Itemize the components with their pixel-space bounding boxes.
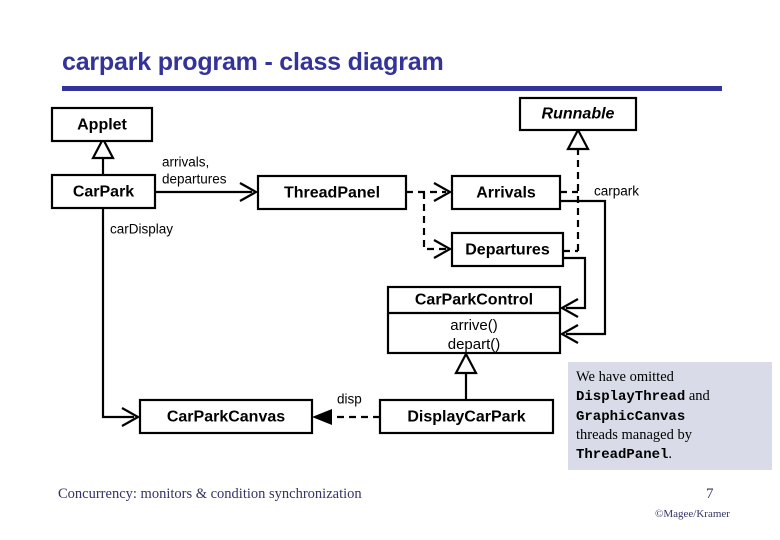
relationship-displaycarpark-generalizes-carparkcontrol xyxy=(454,351,478,400)
note-text-prefix: We have omitted xyxy=(576,369,674,385)
class-box-carparkcanvas[interactable]: CarParkCanvas xyxy=(138,398,314,435)
edge-label-arrivals: arrivals, xyxy=(162,155,209,170)
edge-label-disp: disp xyxy=(337,392,362,407)
relationship-carpark-carparkcanvas xyxy=(101,208,141,427)
relationship-arrivals-realizes-runnable xyxy=(560,127,590,253)
note-period: . xyxy=(668,446,673,463)
page-number: 7 xyxy=(706,486,714,502)
class-box-arrivals[interactable]: Arrivals xyxy=(450,174,562,211)
class-label-arrivals: Arrivals xyxy=(476,185,536,202)
edge-label-departures: departures xyxy=(162,172,227,187)
relationship-threadpanel-departures xyxy=(422,192,453,259)
relationship-displaycarpark-carparkcanvas xyxy=(312,409,380,425)
class-box-carpark[interactable]: CarPark xyxy=(50,173,157,210)
annotation-note: We have omitted DisplayThread and Graphi… xyxy=(568,362,772,470)
note-conjunction: and xyxy=(688,388,710,405)
class-box-applet[interactable]: Applet xyxy=(50,106,154,143)
edge-label-carpark: carpark xyxy=(594,184,639,199)
class-label-carparkcanvas: CarParkCanvas xyxy=(167,409,285,426)
class-label-threadpanel: ThreadPanel xyxy=(284,185,380,202)
class-label-applet: Applet xyxy=(77,117,127,134)
note-class-threadpanel: ThreadPanel xyxy=(576,447,669,464)
slide: carpark program - class diagram Applet C… xyxy=(0,0,780,540)
class-box-threadpanel[interactable]: ThreadPanel xyxy=(256,174,408,211)
copyright-notice: ©Magee/Kramer xyxy=(655,508,730,520)
relationship-threadpanel-arrivals xyxy=(406,182,453,202)
relationship-arrivals-carparkcontrol xyxy=(559,199,607,344)
class-box-carparkcontrol[interactable]: CarParkControl arrive() depart() xyxy=(386,285,562,355)
footer-title: Concurrency: monitors & condition synchr… xyxy=(58,486,362,502)
operation-arrive: arrive() xyxy=(450,317,498,334)
class-box-displaycarpark[interactable]: DisplayCarPark xyxy=(378,398,555,435)
note-class-graphiccanvas: GraphicCanvas xyxy=(576,408,686,425)
class-label-departures: Departures xyxy=(465,242,550,259)
class-box-runnable[interactable]: Runnable xyxy=(518,96,638,132)
class-label-displaycarpark: DisplayCarPark xyxy=(407,409,525,426)
class-label-carpark: CarPark xyxy=(73,184,134,201)
relationship-departures-carparkcontrol xyxy=(559,256,587,318)
class-box-departures[interactable]: Departures xyxy=(450,231,565,268)
operation-depart: depart() xyxy=(448,336,501,353)
edge-label-cardisplay: carDisplay xyxy=(110,222,173,237)
note-text-line3: threads managed by xyxy=(576,427,692,444)
relationship-carpark-generalizes-applet xyxy=(91,136,115,175)
note-class-displaythread: DisplayThread xyxy=(576,389,686,406)
class-label-carparkcontrol: CarParkControl xyxy=(415,292,533,309)
class-label-runnable: Runnable xyxy=(542,106,615,123)
